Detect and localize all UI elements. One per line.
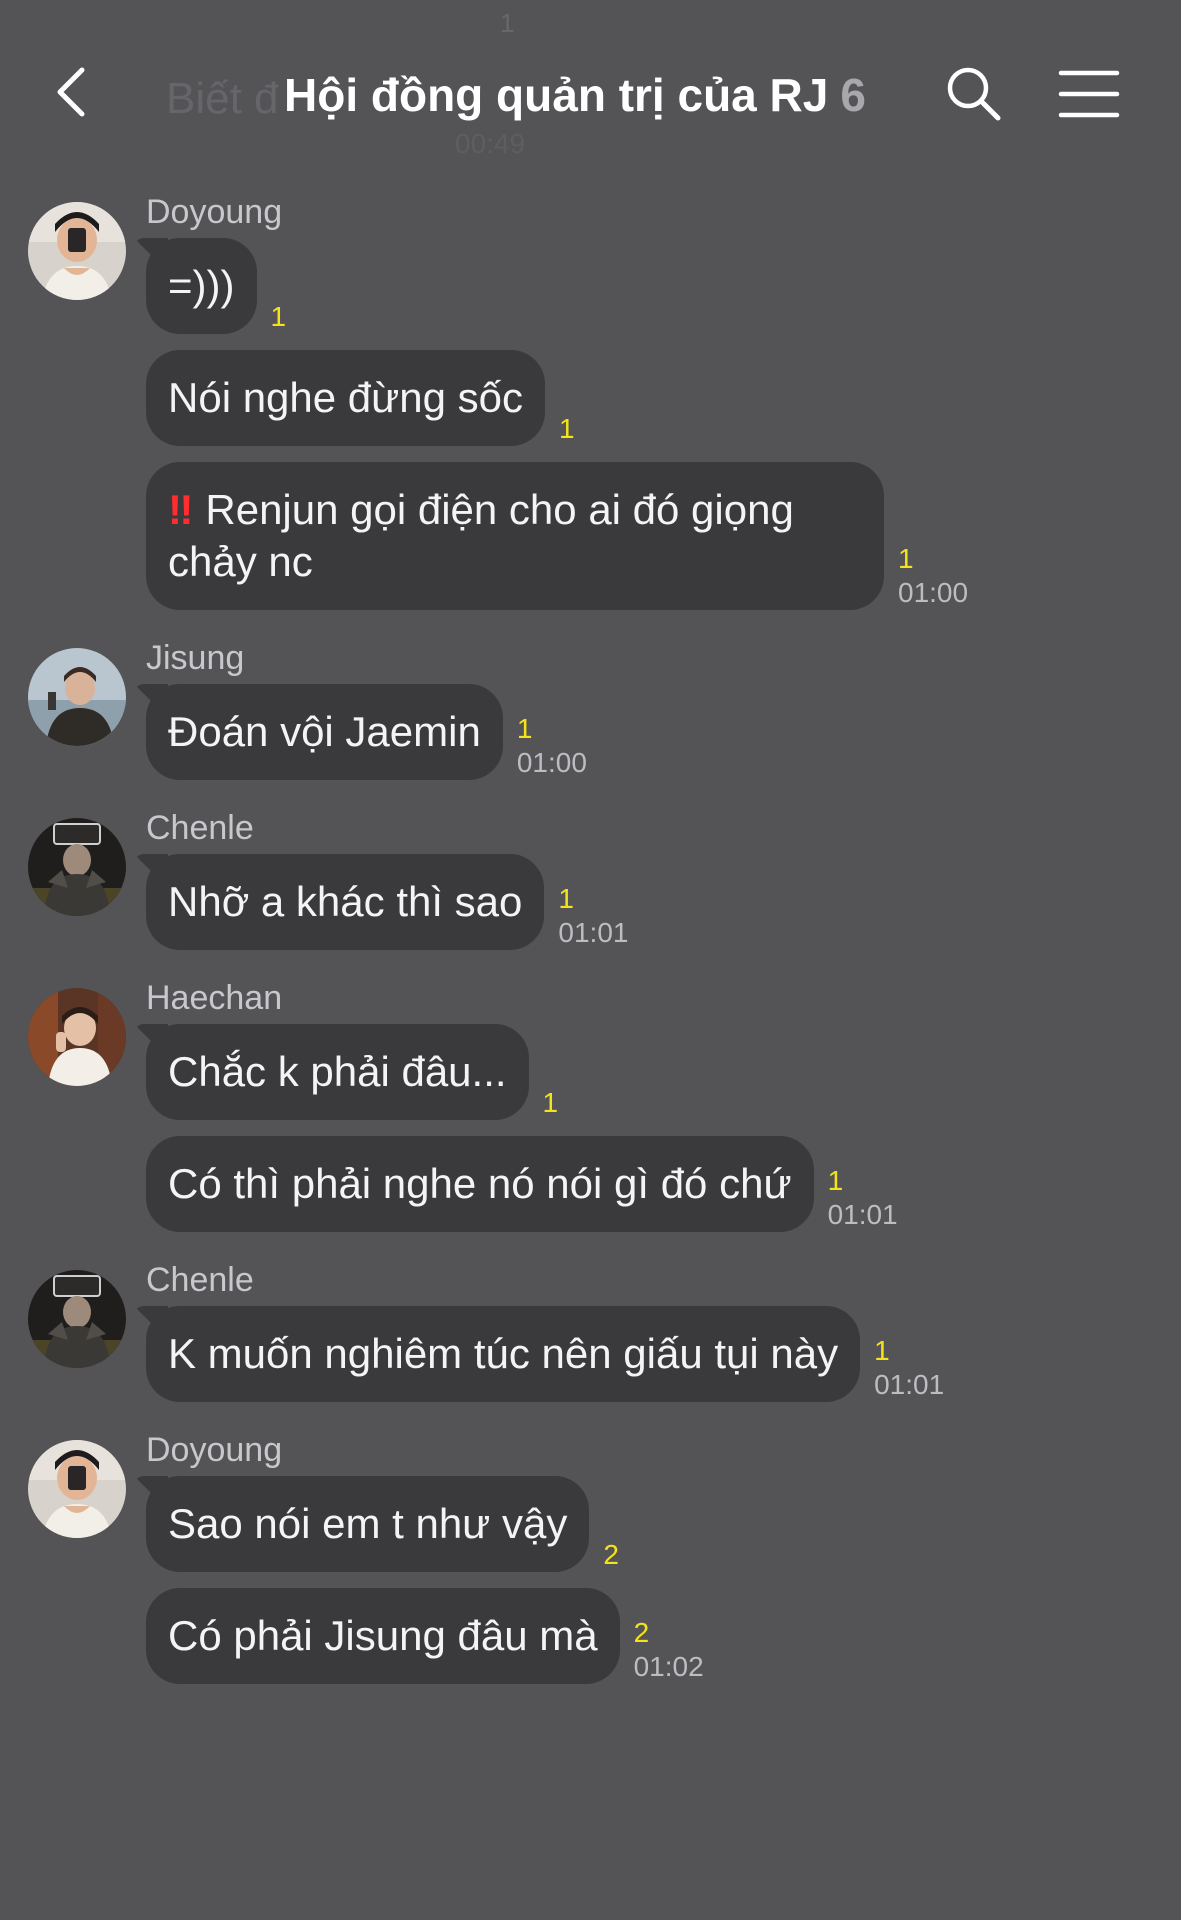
message-bubble[interactable]: =))) <box>146 238 257 334</box>
chenle-avatar[interactable] <box>28 1270 126 1368</box>
message-time: 01:01 <box>874 1369 945 1400</box>
message-bubble[interactable]: Sao nói em t như vậy <box>146 1476 590 1572</box>
unread-count: 1 <box>559 413 575 444</box>
message-bubble[interactable]: Có phải Jisung đâu mà <box>146 1588 620 1684</box>
menu-button[interactable] <box>1058 68 1120 120</box>
doyoung-avatar[interactable] <box>28 202 126 300</box>
haechan-avatar[interactable] <box>28 988 126 1086</box>
search-icon <box>947 67 1001 121</box>
chevron-left-icon <box>57 67 85 117</box>
message-row: Đoán vội Jaemin 1 01:00 <box>146 684 1181 780</box>
sender-name: Haechan <box>146 979 283 1017</box>
message-group: Chenle K muốn nghiêm túc nên giấu tụi nà… <box>0 1254 1181 1402</box>
message-meta: 1 <box>543 1086 559 1120</box>
faded-background-text: Biết đ <box>166 74 279 123</box>
message-bubble[interactable]: K muốn nghiêm túc nên giấu tụi này <box>146 1306 861 1402</box>
message-meta: 2 01:02 <box>634 1616 704 1684</box>
message-group: Doyoung Sao nói em t như vậy 2 Có phải J… <box>0 1424 1181 1684</box>
message-group: Chenle Nhỡ a khác thì sao 1 01:01 <box>0 802 1181 950</box>
unread-count: 1 <box>898 543 914 574</box>
unread-count: 1 <box>874 1335 890 1366</box>
unread-count: 1 <box>827 1165 844 1196</box>
message-text: Renjun gọi điện cho ai đó giọng chảy nc <box>168 486 794 585</box>
message-meta: 1 01:00 <box>898 542 968 610</box>
message-row: Nhỡ a khác thì sao 1 01:01 <box>146 854 1181 950</box>
message-row: ‼ Renjun gọi điện cho ai đó giọng chảy nc… <box>146 462 1181 610</box>
unread-count: 2 <box>633 1617 650 1648</box>
message-bubble[interactable]: ‼ Renjun gọi điện cho ai đó giọng chảy nc <box>146 462 884 610</box>
message-group: Jisung Đoán vội Jaemin 1 01:00 <box>0 632 1181 780</box>
message-time: 01:02 <box>633 1651 704 1682</box>
message-row: K muốn nghiêm túc nên giấu tụi này 1 01:… <box>146 1306 1181 1402</box>
unread-count: 1 <box>516 713 533 744</box>
message-time: 01:00 <box>516 747 587 778</box>
search-button[interactable] <box>944 64 1004 124</box>
message-row: Chắc k phải đâu... 1 <box>146 1024 1181 1120</box>
chat-header: 1 Biết đ 00:49 Hội đồng quản trị của RJ 6 <box>0 0 1181 180</box>
message-row: =))) 1 <box>146 238 1181 334</box>
message-row: Sao nói em t như vậy 2 <box>146 1476 1181 1572</box>
member-count: 6 <box>840 69 866 121</box>
chat-title: Hội đồng quản trị của RJ 6 <box>284 68 866 122</box>
message-bubble[interactable]: Có thì phải nghe nó nói gì đó chứ <box>146 1136 814 1232</box>
message-row: Nói nghe đừng sốc 1 <box>146 350 1181 446</box>
back-button[interactable] <box>48 62 102 122</box>
message-meta: 1 <box>271 300 287 334</box>
hamburger-menu-icon <box>1058 70 1120 118</box>
message-meta: 1 01:01 <box>874 1334 944 1402</box>
message-bubble[interactable]: Nhỡ a khác thì sao <box>146 854 545 950</box>
jisung-avatar[interactable] <box>28 648 126 746</box>
unread-count: 1 <box>558 883 574 914</box>
unread-count: 1 <box>542 1087 559 1118</box>
message-row: Có phải Jisung đâu mà 2 01:02 <box>146 1588 1181 1684</box>
chat-title-text: Hội đồng quản trị của RJ <box>284 69 829 121</box>
faded-background-time: 00:49 <box>455 128 526 159</box>
message-meta: 1 <box>559 412 575 446</box>
sender-name: Chenle <box>146 1261 254 1299</box>
message-time: 01:01 <box>827 1199 898 1230</box>
message-bubble[interactable]: Nói nghe đừng sốc <box>146 350 546 446</box>
chenle-avatar[interactable] <box>28 818 126 916</box>
message-group: Doyoung =))) 1 Nói nghe đừng sốc 1 ‼ Renj… <box>0 186 1181 610</box>
message-meta: 1 01:01 <box>558 882 628 950</box>
message-list[interactable]: Doyoung =))) 1 Nói nghe đừng sốc 1 ‼ Renj… <box>0 180 1181 1706</box>
message-meta: 1 01:01 <box>828 1164 898 1232</box>
message-meta: 1 01:00 <box>517 712 587 780</box>
sender-name: Doyoung <box>146 1431 283 1469</box>
sender-name: Chenle <box>146 809 254 847</box>
message-group: Haechan Chắc k phải đâu... 1 Có thì phải… <box>0 972 1181 1232</box>
message-bubble[interactable]: Chắc k phải đâu... <box>146 1024 529 1120</box>
doyoung-avatar[interactable] <box>28 1440 126 1538</box>
message-time: 01:01 <box>558 917 629 948</box>
sender-name: Jisung <box>146 639 245 677</box>
message-row: Có thì phải nghe nó nói gì đó chứ 1 01:0… <box>146 1136 1181 1232</box>
unread-count: 1 <box>270 301 287 332</box>
sender-name: Doyoung <box>146 193 283 231</box>
double-exclamation-icon: ‼ <box>168 486 193 533</box>
message-bubble[interactable]: Đoán vội Jaemin <box>146 684 503 780</box>
message-meta: 2 <box>603 1538 619 1572</box>
message-time: 01:00 <box>898 577 969 608</box>
faded-background-count: 1 <box>500 8 515 38</box>
unread-count: 2 <box>603 1539 619 1570</box>
